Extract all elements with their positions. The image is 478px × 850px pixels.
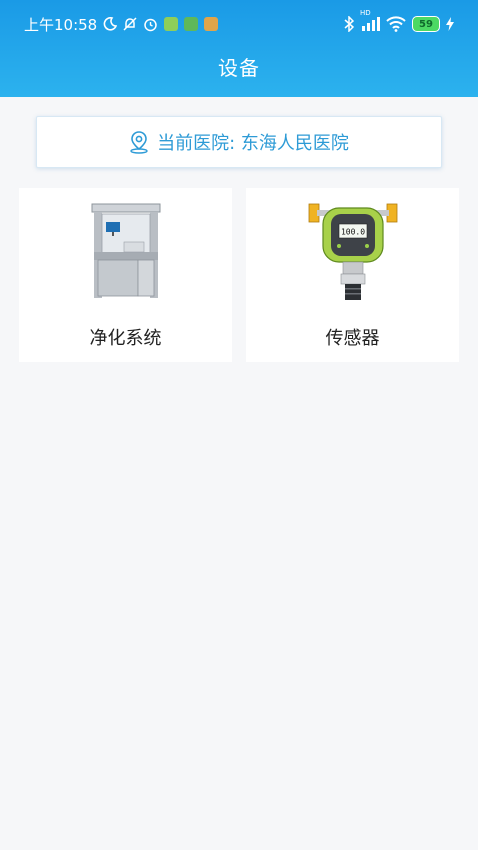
location-pin-icon bbox=[129, 130, 149, 154]
app-notification-icon-2 bbox=[184, 17, 199, 31]
current-hospital-text: 当前医院: 东海人民医院 bbox=[157, 133, 349, 154]
mute-bell-icon bbox=[123, 17, 137, 31]
game-notification-icon bbox=[204, 17, 219, 31]
page-title: 设备 bbox=[218, 56, 260, 80]
network-type-label: HD bbox=[360, 9, 371, 17]
app-notification-icon bbox=[164, 17, 179, 31]
device-card-purification-system[interactable]: 净化系统 bbox=[19, 188, 232, 362]
device-label: 净化系统 bbox=[89, 328, 162, 349]
current-hospital-selector[interactable]: 当前医院: 东海人民医院 bbox=[36, 116, 442, 168]
alarm-icon bbox=[143, 17, 158, 32]
device-card-sensor[interactable]: 100.0 传感器 bbox=[246, 188, 459, 362]
wifi-icon bbox=[386, 16, 406, 32]
status-time: 上午10:58 bbox=[24, 15, 98, 34]
app-header: 上午10:58 HD 59 设备 bbox=[0, 0, 478, 97]
device-label: 传感器 bbox=[325, 328, 380, 349]
moon-icon bbox=[103, 17, 118, 31]
status-left: 上午10:58 bbox=[24, 14, 219, 35]
status-bar: 上午10:58 HD 59 bbox=[0, 0, 478, 48]
charging-icon bbox=[446, 17, 454, 31]
bluetooth-icon bbox=[344, 16, 354, 32]
sensor-image: 100.0 bbox=[293, 202, 413, 302]
status-right: HD 59 bbox=[344, 9, 454, 32]
battery-icon: 59 bbox=[412, 16, 440, 32]
purification-system-image bbox=[66, 202, 186, 302]
sensor-display-readout: 100.0 bbox=[340, 228, 364, 237]
signal-icon: HD bbox=[360, 9, 380, 31]
